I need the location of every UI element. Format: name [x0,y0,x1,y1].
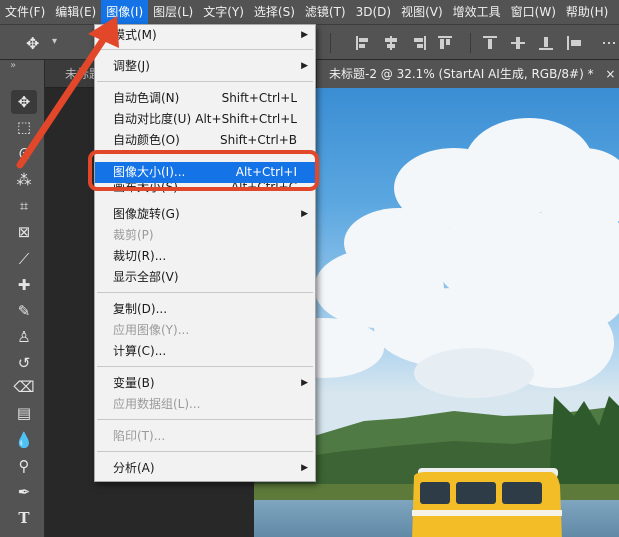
annotation-arrow-icon [16,16,119,169]
